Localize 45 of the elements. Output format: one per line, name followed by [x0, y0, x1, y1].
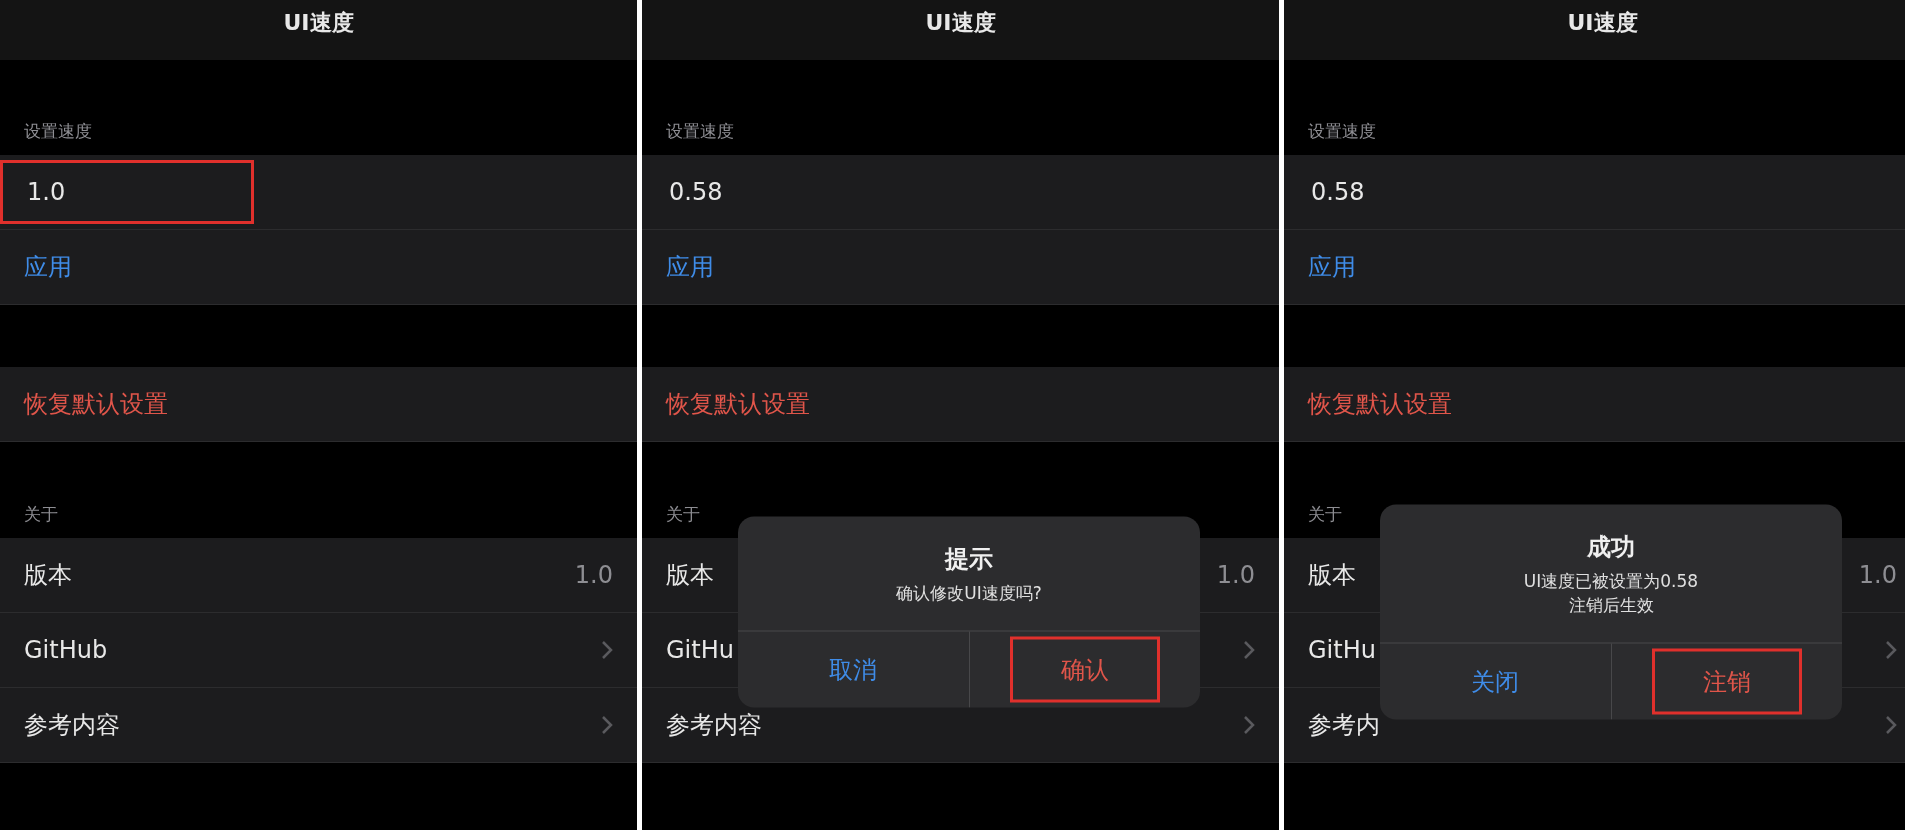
reset-link[interactable]: 恢复默认设置 [666, 388, 810, 420]
row-value: 1.0 [1858, 561, 1897, 589]
chevron-icon [601, 715, 613, 735]
dialog-button[interactable]: 确认 [1009, 636, 1160, 703]
reset-link[interactable]: 恢复默认设置 [24, 388, 168, 420]
row-label: 版本 [1308, 560, 1356, 591]
row-label: 参考内容 [24, 710, 120, 741]
section-header: 关于 [1308, 503, 1342, 526]
section-header: 设置速度 [666, 120, 734, 143]
row-value: 1.0 [574, 561, 613, 589]
dialog-message: 确认修改UI速度吗? [896, 581, 1042, 605]
screen-title: UI速度 [1567, 9, 1638, 37]
speed-input-field[interactable]: 0.58 [642, 160, 896, 224]
screen-title: UI速度 [283, 9, 354, 37]
reset-link[interactable]: 恢复默认设置 [1308, 388, 1452, 420]
row-label: GitHub [24, 636, 108, 664]
section-header: 设置速度 [1308, 120, 1376, 143]
row-label: 版本 [666, 560, 714, 591]
dialog-button[interactable]: 取消 [778, 636, 929, 703]
chevron-icon [1243, 715, 1255, 735]
apply-link[interactable]: 应用 [666, 251, 714, 283]
dialog-message: 注销后生效 [1568, 593, 1654, 617]
row-label: 版本 [24, 560, 72, 591]
section-header: 关于 [666, 503, 700, 526]
row-label: 参考内 [1308, 710, 1380, 741]
dialog-title: 成功 [1587, 531, 1635, 563]
speed-input-field[interactable]: 1.0 [0, 160, 254, 224]
row-label: 参考内容 [666, 710, 762, 741]
row-label: GitHu [1308, 636, 1376, 664]
section-header: 关于 [24, 503, 58, 526]
chevron-icon [601, 640, 613, 660]
chevron-icon [1243, 640, 1255, 660]
dialog-message: UI速度已被设置为0.58 [1523, 569, 1699, 593]
section-header: 设置速度 [24, 120, 92, 143]
apply-link[interactable]: 应用 [1308, 251, 1356, 283]
screen-title: UI速度 [925, 9, 996, 37]
dialog-title: 提示 [945, 543, 993, 575]
dialog-button[interactable]: 关闭 [1420, 648, 1571, 715]
apply-link[interactable]: 应用 [24, 251, 72, 283]
chevron-icon [1885, 715, 1897, 735]
row-value: 1.0 [1216, 561, 1255, 589]
chevron-icon [1885, 640, 1897, 660]
row-label: GitHu [666, 636, 734, 664]
speed-input-field[interactable]: 0.58 [1284, 160, 1538, 224]
dialog-button[interactable]: 注销 [1651, 648, 1802, 715]
